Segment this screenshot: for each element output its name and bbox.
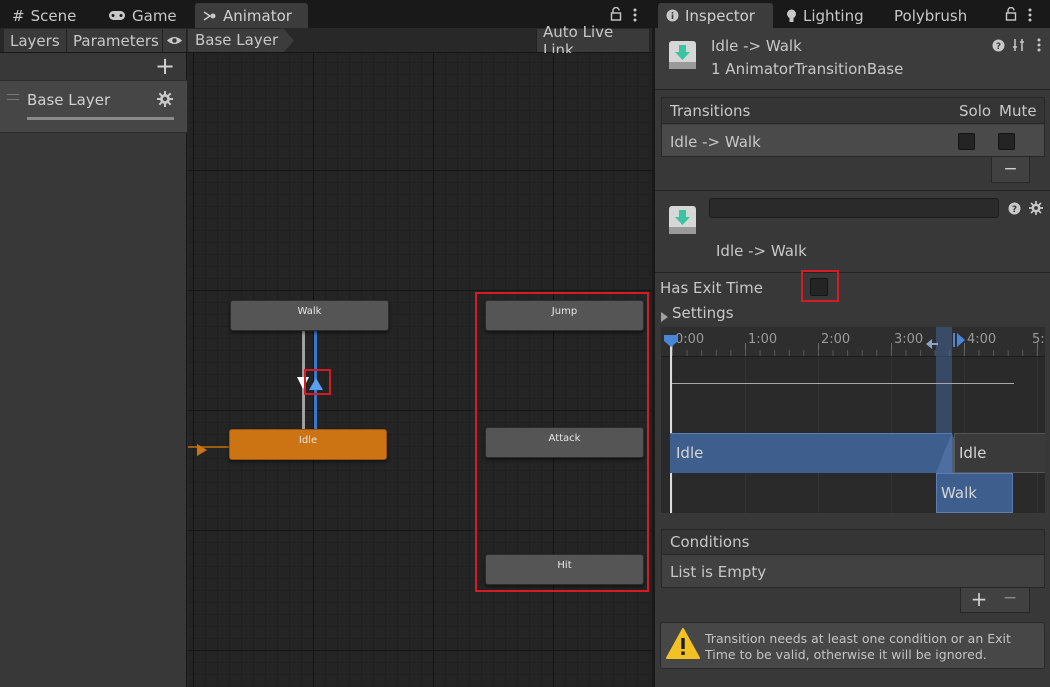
tab-scene-label: Scene <box>30 6 77 25</box>
has-exit-time-label: Has Exit Time <box>660 279 763 297</box>
layers-tab-button[interactable]: Layers <box>4 29 67 52</box>
remove-transition-button[interactable]: − <box>991 157 1030 183</box>
settings-foldout-label[interactable]: Settings <box>672 304 734 322</box>
svg-text:?: ? <box>1012 205 1017 215</box>
gamepad-icon <box>108 10 126 21</box>
add-condition-button[interactable]: + <box>968 587 990 611</box>
playhead-line <box>670 340 672 513</box>
mute-column-label: Mute <box>999 102 1037 120</box>
solo-checkbox[interactable] <box>958 133 975 150</box>
help-icon[interactable]: ? <box>992 37 1005 52</box>
settings-foldout-arrow-icon[interactable] <box>660 307 669 322</box>
tab-animator-label: Animator <box>223 6 292 25</box>
tab-game[interactable]: Game <box>100 3 185 28</box>
inspector-lock-icon[interactable] <box>1005 6 1017 21</box>
transitions-header-label: Transitions <box>670 102 751 120</box>
ruler-label-3: 3:00 <box>894 332 924 347</box>
playhead-marker-icon[interactable] <box>664 332 678 347</box>
transition-asset-icon <box>668 40 697 70</box>
tab-polybrush-label: Polybrush <box>894 6 968 25</box>
warning-message-line2: Time to be valid, otherwise it will be i… <box>705 647 987 662</box>
conditions-header-label: Conditions <box>670 533 750 551</box>
selected-transition-highlight <box>304 369 331 395</box>
animator-window: # Scene Game Animator Layers Parameters … <box>0 0 652 687</box>
add-layer-button[interactable]: + <box>155 52 175 80</box>
source-state-bar-idle[interactable] <box>670 433 952 473</box>
tab-polybrush[interactable]: Polybrush <box>886 3 975 28</box>
layer-item-base-layer[interactable]: Base Layer <box>0 80 187 133</box>
ruler-label-4: 4:00 <box>967 332 997 347</box>
drag-handle-icon[interactable] <box>7 94 19 100</box>
animator-icon <box>203 10 217 22</box>
entry-arrow-icon <box>197 441 207 456</box>
tab-game-label: Game <box>132 6 177 25</box>
transition-gear-icon[interactable] <box>1029 200 1043 215</box>
source-state-label: Idle <box>676 444 704 462</box>
entry-transition-line <box>188 446 230 448</box>
tab-lighting-label: Lighting <box>803 6 864 25</box>
eye-icon[interactable] <box>163 29 187 52</box>
inspector-subtitle: 1 AnimatorTransitionBase <box>711 60 904 78</box>
auto-live-link-button[interactable]: Auto Live Link <box>536 23 650 59</box>
transition-name-field[interactable] <box>709 198 999 218</box>
section-divider <box>655 190 1050 191</box>
ruler-label-1: 1:00 <box>748 332 778 347</box>
tab-inspector-label: Inspector <box>685 6 755 25</box>
parameters-tab-button[interactable]: Parameters <box>67 29 163 52</box>
transition-settings-icon <box>668 205 697 235</box>
warning-message-line1: Transition needs at least one condition … <box>705 631 1011 646</box>
ruler-label-2: 2:00 <box>821 332 851 347</box>
transition-title: Idle -> Walk <box>716 242 807 260</box>
inspector-title: Idle -> Walk <box>711 37 802 55</box>
mute-checkbox[interactable] <box>998 133 1015 150</box>
bulb-icon <box>786 9 797 23</box>
header-kebab-icon[interactable] <box>1036 37 1042 52</box>
grid-icon: # <box>12 6 25 25</box>
has-exit-time-highlight <box>801 270 839 302</box>
parameter-curve-line <box>672 383 1014 384</box>
tab-lighting[interactable]: Lighting <box>778 3 872 28</box>
inspector-kebab-menu-icon[interactable] <box>1027 7 1033 22</box>
remove-condition-button[interactable]: − <box>999 588 1021 608</box>
transition-end-handle-icon[interactable] <box>953 332 965 347</box>
layers-sidebar <box>0 53 187 687</box>
state-node-walk[interactable]: Walk <box>230 300 389 331</box>
transition-help-icon[interactable]: ? <box>1008 200 1021 215</box>
transition-start-handle-icon[interactable] <box>926 334 938 349</box>
ruler-minor-ticks <box>672 350 1042 356</box>
ruler-label-0: 0:00 <box>675 332 705 347</box>
breadcrumb-label: Base Layer <box>195 31 279 49</box>
svg-text:?: ? <box>996 42 1001 52</box>
kebab-menu-icon[interactable] <box>632 7 638 22</box>
destination-state-label: Walk <box>941 484 977 502</box>
warning-icon <box>666 627 700 661</box>
tab-animator[interactable]: Animator <box>195 3 308 28</box>
info-icon <box>666 9 679 22</box>
source-state-next-label: Idle <box>959 444 987 462</box>
layer-item-label: Base Layer <box>27 91 111 109</box>
tab-inspector[interactable]: Inspector <box>658 3 773 28</box>
gear-icon[interactable] <box>157 91 173 107</box>
presets-icon[interactable] <box>1012 37 1026 51</box>
unconnected-states-highlight <box>475 292 649 592</box>
tab-scene[interactable]: # Scene <box>4 3 84 28</box>
breadcrumb[interactable]: Base Layer <box>188 29 296 52</box>
conditions-empty-label: List is Empty <box>670 563 767 581</box>
state-node-idle[interactable]: Idle <box>229 429 387 460</box>
ruler-label-5: 5: <box>1032 332 1045 347</box>
transition-row-label: Idle -> Walk <box>670 133 761 151</box>
layer-weight-bar[interactable] <box>27 117 174 120</box>
solo-column-label: Solo <box>959 102 992 120</box>
lock-icon[interactable] <box>610 6 622 21</box>
section-divider-2 <box>655 272 1050 273</box>
